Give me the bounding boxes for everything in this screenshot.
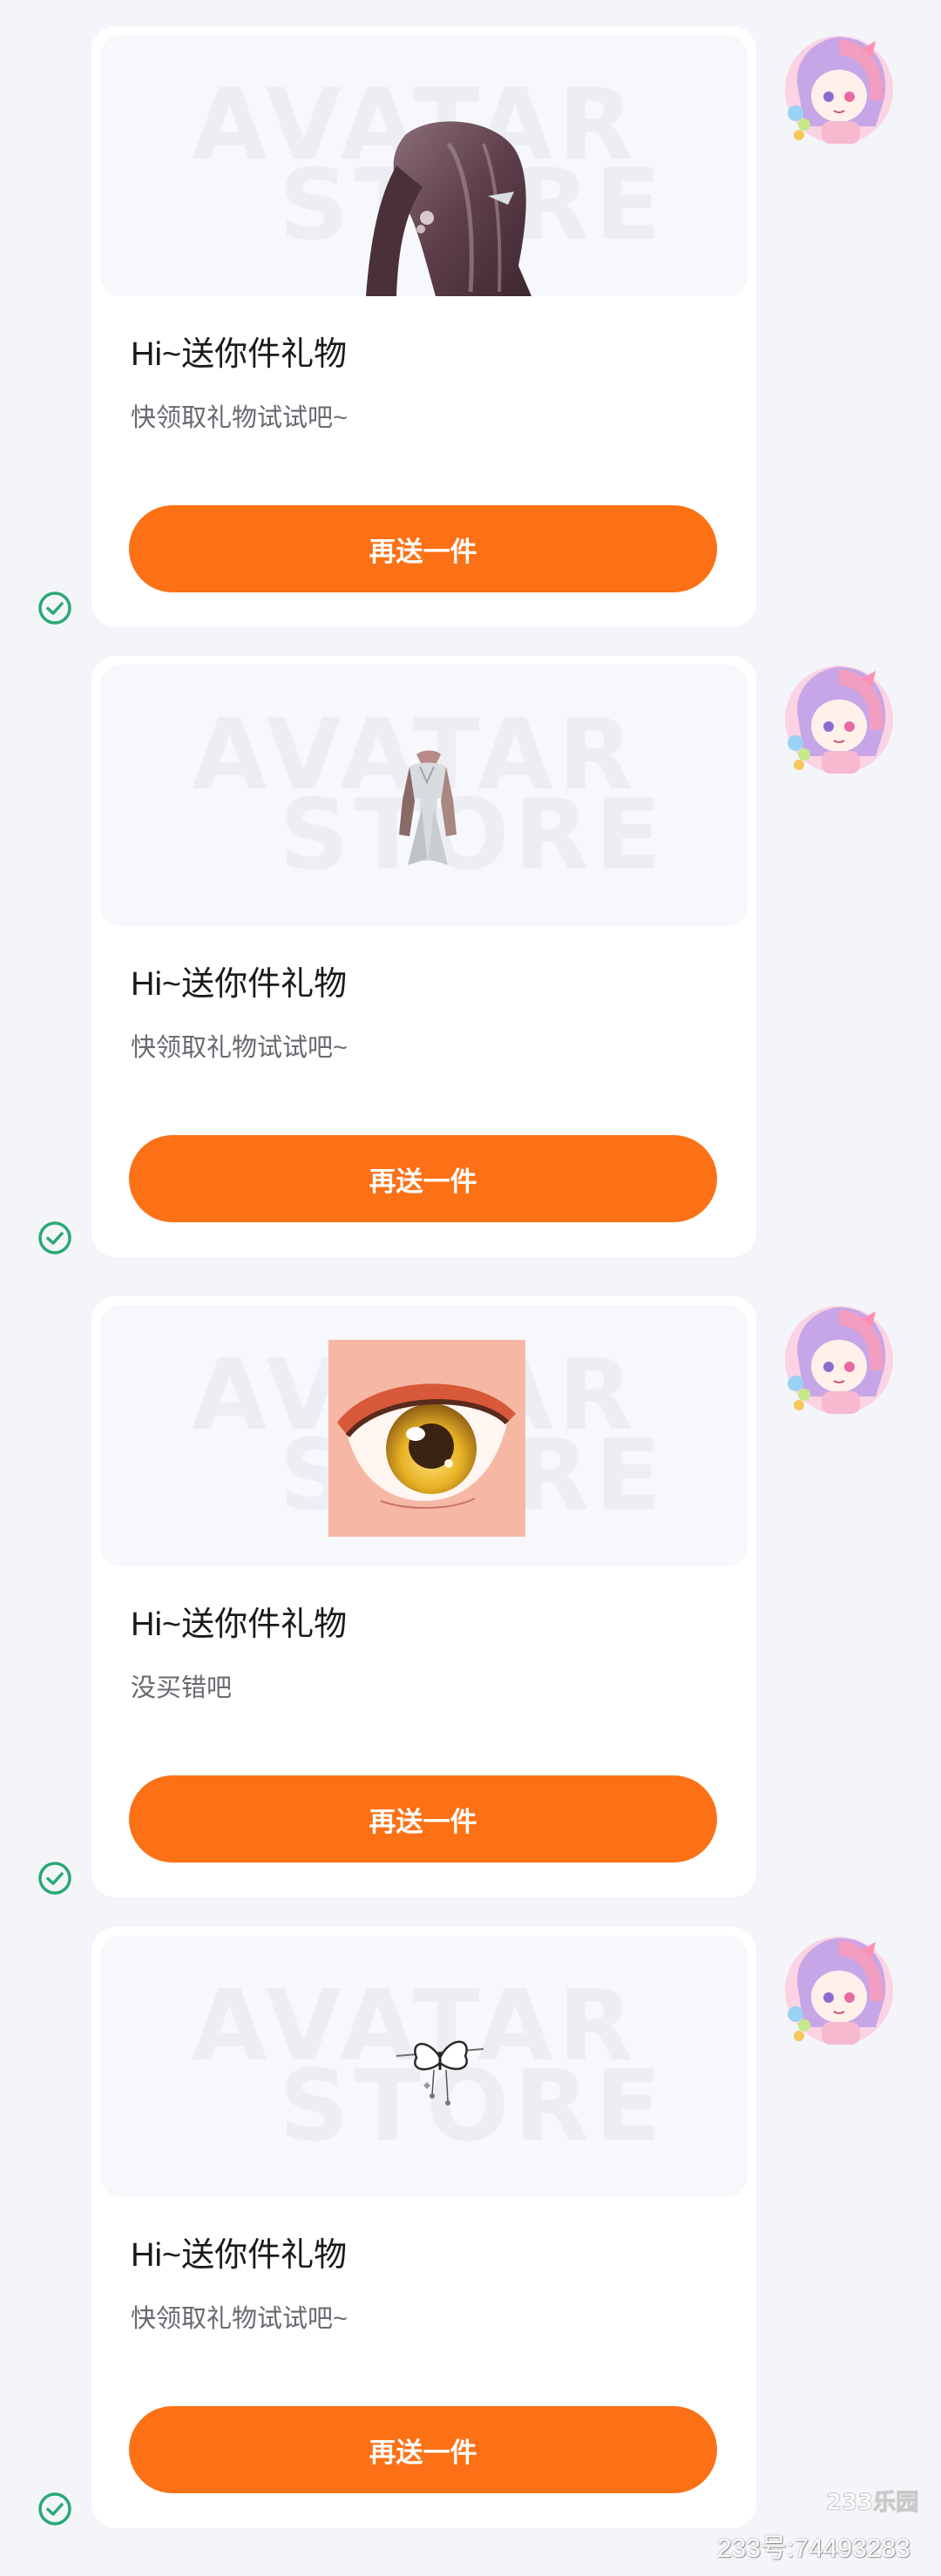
gift-title: Hi~送你件礼物 — [131, 1606, 348, 1643]
gift-card[interactable]: AVATAR STORE — [91, 1296, 756, 1897]
gift-subtitle: 没买错吧 — [131, 1674, 233, 1702]
gift-preview[interactable]: AVATAR STORE — [100, 1936, 748, 2197]
gift-subtitle: 快领取礼物试试吧~ — [131, 1034, 348, 1062]
gift-preview[interactable]: AVATAR STORE — [100, 1305, 748, 1566]
gift-message: AVATAR STORE — [0, 1296, 941, 1897]
check-circle-icon — [38, 592, 71, 625]
check-circle-icon — [38, 1221, 71, 1254]
avatar[interactable] — [778, 660, 900, 782]
send-another-button[interactable]: 再送一件 — [129, 2406, 717, 2493]
send-another-button[interactable]: 再送一件 — [129, 1135, 717, 1222]
gift-card[interactable]: AVATAR STORE Hi~送你件礼物 快领取礼物试试吧~ 再送一件 — [91, 656, 756, 1257]
avatar[interactable] — [778, 30, 900, 152]
check-circle-icon — [38, 2492, 71, 2525]
avatar-store-watermark: STORE — [279, 779, 667, 892]
gift-card[interactable]: AVATAR STORE — [91, 26, 756, 627]
gift-title: Hi~送你件礼物 — [131, 2237, 348, 2274]
send-another-button[interactable]: 再送一件 — [129, 1775, 717, 1863]
gift-subtitle: 快领取礼物试试吧~ — [131, 404, 348, 432]
app-watermark-logo: 233乐园 — [825, 2490, 919, 2517]
hair-item-icon — [366, 121, 531, 296]
outfit-item-icon — [399, 750, 457, 865]
gift-preview[interactable]: AVATAR STORE — [100, 35, 748, 296]
butterfly-hairpin-item-icon — [396, 2040, 484, 2106]
gift-message: AVATAR STORE — [0, 26, 941, 627]
gift-card[interactable]: AVATAR STORE Hi~送你件礼物 快领取礼物试试吧~ 再送一件 — [91, 1927, 756, 2528]
app-watermark-id: 233号:74493283 — [717, 2534, 911, 2563]
gift-message: AVATAR STORE Hi~送你件礼物 快领取礼物试试吧~ 再送一件 — [0, 1927, 941, 2528]
eye-item-icon — [328, 1340, 525, 1537]
gift-title: Hi~送你件礼物 — [131, 966, 348, 1003]
gift-preview[interactable]: AVATAR STORE — [100, 665, 748, 926]
gift-message: AVATAR STORE Hi~送你件礼物 快领取礼物试试吧~ 再送一件 — [0, 656, 941, 1257]
avatar[interactable] — [778, 1931, 900, 2053]
gift-title: Hi~送你件礼物 — [131, 336, 348, 373]
chat-page: AVATAR STORE — [0, 0, 941, 2576]
gift-subtitle: 快领取礼物试试吧~ — [131, 2305, 348, 2333]
avatar[interactable] — [778, 1301, 900, 1423]
send-another-button[interactable]: 再送一件 — [129, 505, 717, 592]
check-circle-icon — [38, 1862, 71, 1895]
